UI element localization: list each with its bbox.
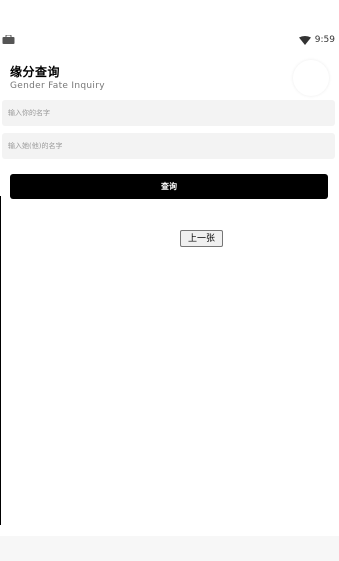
partner-name-input[interactable] — [2, 133, 335, 159]
avatar[interactable] — [293, 60, 329, 96]
status-bar — [0, 0, 339, 30]
app-screen: 9:59 缘分查询 Gender Fate Inquiry 查询 上一张 — [0, 0, 339, 561]
briefcase-icon — [2, 35, 15, 44]
previous-button[interactable]: 上一张 — [180, 230, 223, 247]
search-button[interactable]: 查询 — [10, 174, 328, 199]
status-right: 9:59 — [298, 34, 335, 46]
status-time: 9:59 — [314, 35, 335, 45]
page-title: 缘分查询 — [10, 65, 61, 79]
bottom-bar — [0, 536, 339, 561]
header: 缘分查询 Gender Fate Inquiry — [0, 60, 339, 98]
wifi-icon — [298, 35, 311, 45]
your-name-input[interactable] — [2, 100, 335, 126]
divider — [0, 196, 1, 525]
page-subtitle: Gender Fate Inquiry — [10, 81, 105, 91]
